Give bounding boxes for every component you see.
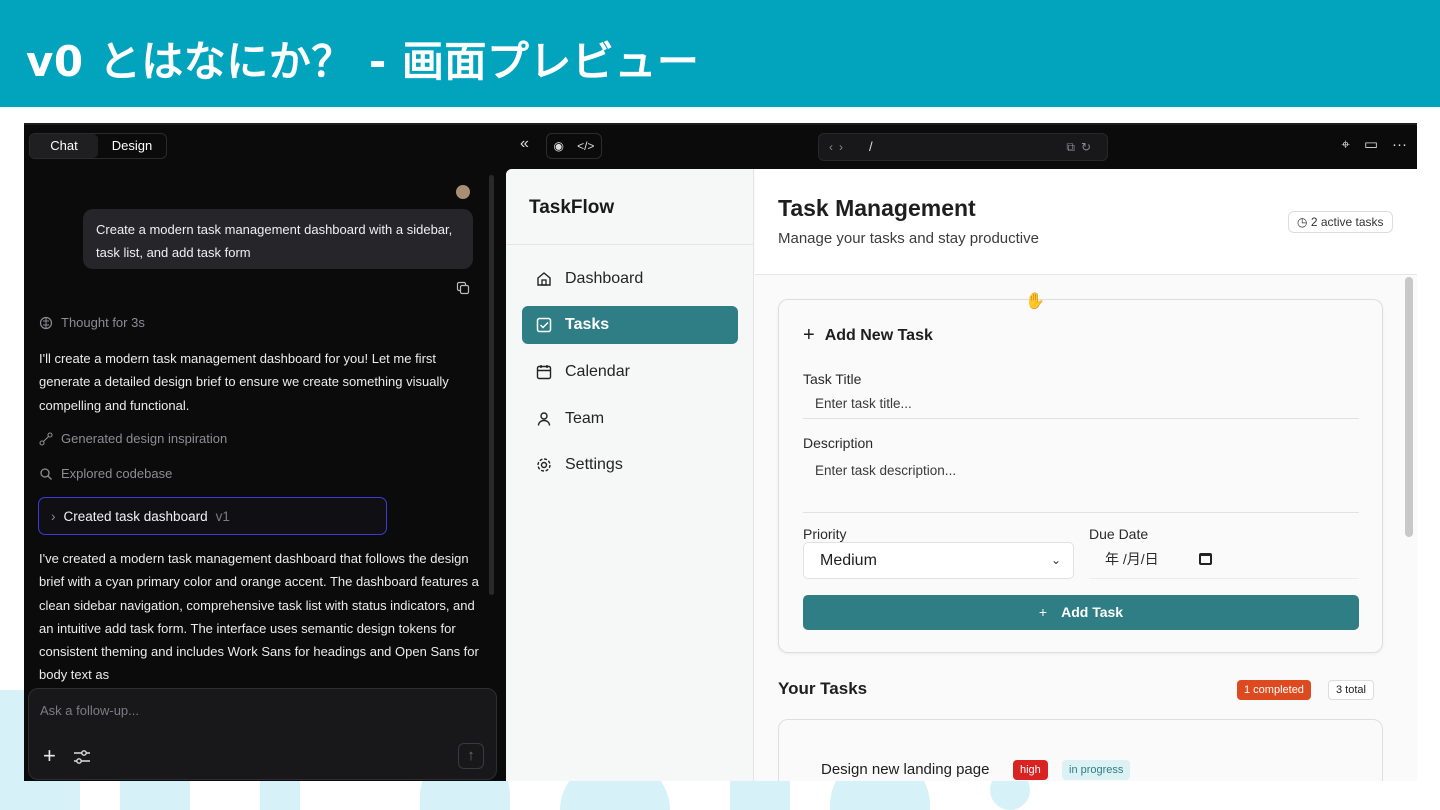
v0-screen: Chat Design Create a modern task managem… (24, 123, 1417, 781)
url-path[interactable]: / (869, 139, 873, 154)
sidebar-item-team[interactable]: Team (522, 400, 738, 438)
status-badge: in progress (1062, 760, 1131, 780)
chat-panel: Chat Design Create a modern task managem… (24, 125, 506, 781)
app-preview: TaskFlow Dashboard Tasks Calendar Team S… (506, 169, 1417, 781)
sidebar-divider (506, 244, 754, 245)
add-task-card: + Add New Task Task Title Enter task tit… (778, 299, 1383, 653)
gear-icon (537, 458, 551, 472)
due-date-placeholder: 年 /月/日 (1105, 551, 1159, 567)
sidebar-item-dashboard[interactable]: Dashboard (522, 260, 738, 298)
more-icon[interactable]: ··· (1392, 136, 1407, 153)
add-task-heading: + Add New Task (803, 324, 933, 347)
assistant-summary: I've created a modern task management da… (39, 551, 479, 683)
hand-cursor-icon: ✋ (1025, 293, 1045, 310)
active-tasks-badge: ◷ 2 active tasks (1288, 211, 1393, 233)
user-icon (537, 412, 551, 426)
sidebar-label: Calendar (565, 363, 630, 380)
chat-scrollbar[interactable] (489, 175, 494, 595)
step-inspiration[interactable]: Generated design inspiration (39, 431, 227, 446)
calendar-icon (536, 365, 552, 380)
avatar (456, 185, 470, 199)
home-icon (537, 272, 551, 286)
slide-title: v0 とはなにか？ - 画面プレビュー (26, 37, 700, 86)
step-codebase[interactable]: Explored codebase (39, 466, 172, 481)
eye-icon[interactable]: ◉ (554, 139, 564, 153)
code-icon[interactable]: </> (577, 139, 594, 153)
tab-design[interactable]: Design (98, 134, 166, 158)
chevron-right-icon: › (51, 508, 56, 524)
priority-badge: high (1013, 760, 1048, 780)
toolbar-right: ⌖ ▭ ··· (1341, 135, 1407, 154)
created-label: Created task dashboard (63, 508, 208, 524)
tab-chat[interactable]: Chat (30, 134, 98, 158)
priority-select[interactable]: Medium ⌄ (803, 542, 1074, 579)
step-codebase-label: Explored codebase (61, 466, 173, 481)
brand: TaskFlow (529, 197, 615, 218)
main-content: Task Management Manage your tasks and st… (755, 169, 1417, 781)
priority-label: Priority (803, 526, 847, 542)
task-title-label: Task Title (803, 371, 862, 387)
your-tasks-heading: Your Tasks (778, 679, 868, 698)
task-item[interactable]: Design new landing page high in progress (778, 719, 1383, 781)
due-date-label: Due Date (1089, 526, 1149, 542)
main-scrollbar[interactable] (1405, 277, 1413, 537)
assistant-intro: I'll create a modern task management das… (39, 351, 449, 413)
chevron-down-icon: ⌄ (1050, 553, 1061, 567)
add-task-title: Add New Task (824, 326, 933, 344)
step-inspiration-label: Generated design inspiration (61, 431, 228, 446)
page-title: Task Management (778, 195, 976, 221)
sparkle-nodes-icon (39, 431, 53, 446)
total-badge: 3 total (1328, 680, 1374, 700)
plus-icon: + (803, 324, 815, 346)
version-tag: v1 (215, 508, 230, 524)
search-icon (40, 467, 52, 480)
task-name: Design new landing page (821, 761, 990, 778)
preview-toolbar: « ◉ </> ‹› / ⧉↻ ⌖ ▭ ··· (506, 125, 1417, 169)
sidebar-label: Dashboard (565, 270, 644, 287)
created-dashboard-card[interactable]: › Created task dashboard v1 (38, 497, 387, 535)
page-subtitle: Manage your tasks and stay productive (778, 230, 1039, 247)
thought-row[interactable]: Thought for 3s (39, 315, 145, 330)
priority-value: Medium (820, 552, 877, 569)
view-toggle: ◉ </> (546, 133, 602, 159)
active-tasks-label: 2 active tasks (1310, 215, 1384, 229)
sidebar: TaskFlow Dashboard Tasks Calendar Team S… (506, 169, 754, 781)
add-task-button-label: Add Task (1061, 604, 1124, 620)
slide-header: v0 とはなにか？ - 画面プレビュー (0, 0, 1440, 107)
sidebar-label: Team (565, 410, 605, 427)
description-input[interactable]: Enter task description... (803, 455, 1359, 513)
sliders-icon[interactable] (73, 749, 91, 765)
clock-icon: ◷ (1297, 215, 1308, 229)
sidebar-item-calendar[interactable]: Calendar (522, 353, 738, 391)
user-message: Create a modern task management dashboar… (83, 209, 473, 269)
composer: Ask a follow-up... + ↑ (28, 688, 497, 780)
sidebar-label: Tasks (565, 316, 610, 333)
collapse-icon[interactable]: « (520, 135, 529, 153)
plus-icon[interactable]: + (43, 745, 56, 767)
check-square-icon (536, 317, 552, 333)
chat-design-toggle[interactable]: Chat Design (29, 133, 167, 159)
calendar-picker-icon[interactable] (1199, 553, 1212, 565)
thought-label: Thought for 3s (61, 315, 145, 330)
open-refresh-icon[interactable]: ⧉↻ (1066, 140, 1097, 155)
brain-icon (39, 316, 53, 329)
completed-badge: 1 completed (1237, 680, 1311, 700)
page-header: Task Management Manage your tasks and st… (755, 169, 1417, 275)
url-bar[interactable]: ‹› / ⧉↻ (818, 133, 1108, 161)
back-forward-icon[interactable]: ‹› (829, 140, 849, 154)
crosshair-icon[interactable]: ⌖ (1341, 136, 1349, 153)
sidebar-item-settings[interactable]: Settings (522, 446, 738, 484)
add-task-button[interactable]: + Add Task (803, 595, 1359, 630)
task-title-input[interactable]: Enter task title... (803, 389, 1359, 419)
description-label: Description (803, 435, 874, 451)
panel-icon[interactable]: ▭ (1364, 135, 1378, 153)
sidebar-item-tasks[interactable]: Tasks (522, 306, 738, 344)
send-button[interactable]: ↑ (458, 743, 484, 769)
copy-icon[interactable] (456, 281, 470, 295)
sidebar-label: Settings (565, 456, 623, 473)
follow-up-input[interactable]: Ask a follow-up... (40, 703, 139, 718)
plus-icon: + (1038, 604, 1048, 620)
due-date-input[interactable]: 年 /月/日 (1089, 542, 1359, 579)
